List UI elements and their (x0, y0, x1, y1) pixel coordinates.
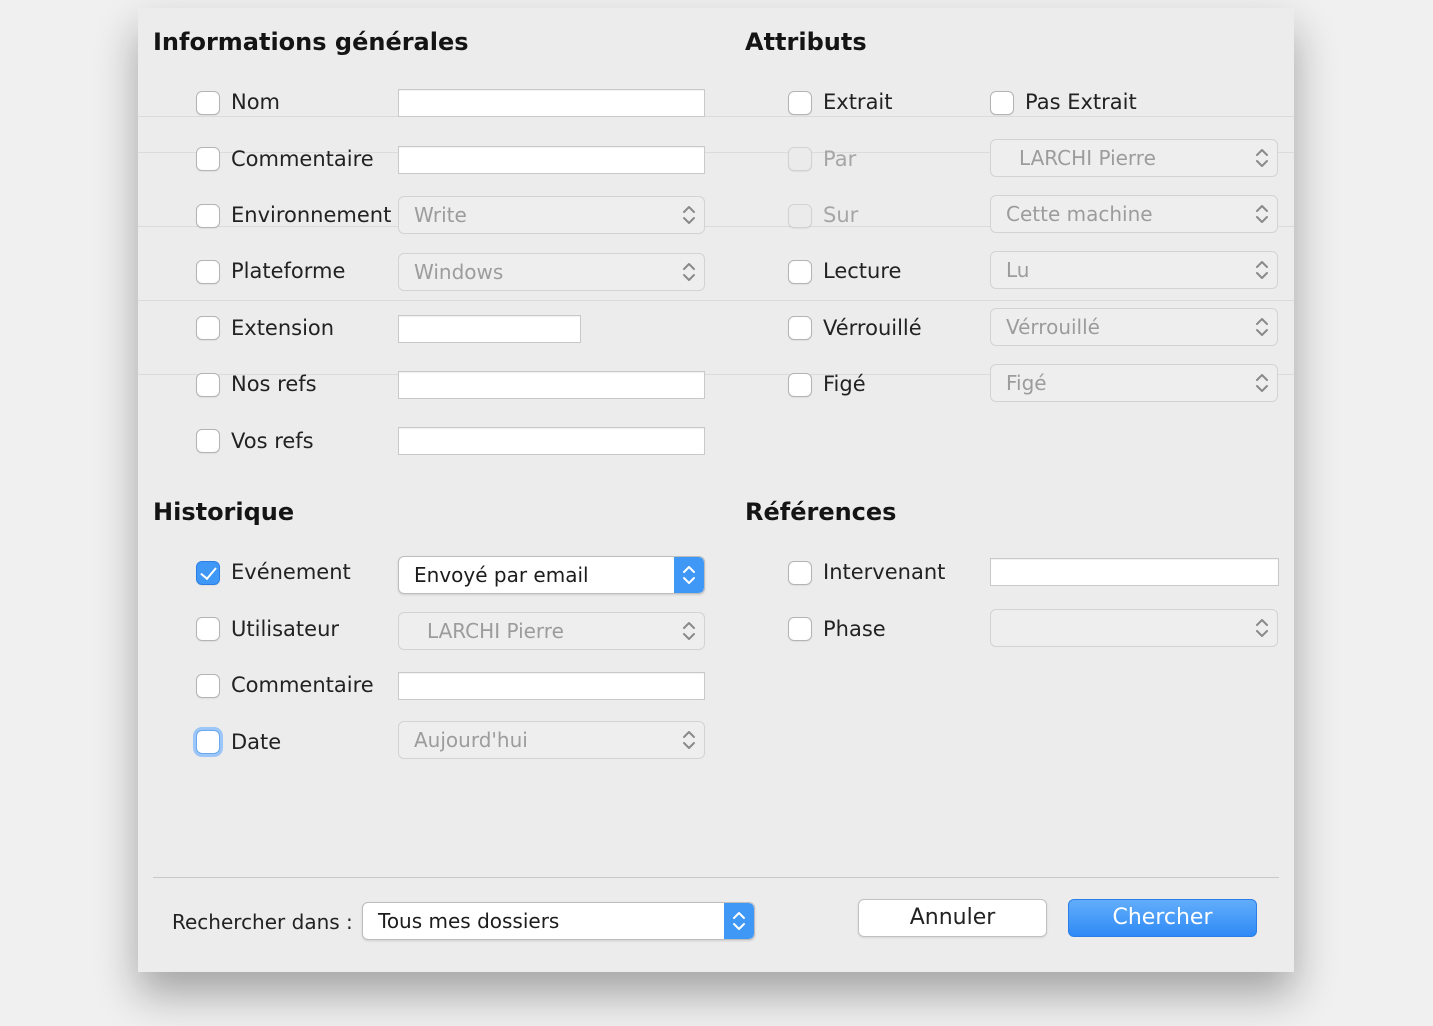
verrouille-select[interactable]: Vérrouillé (990, 308, 1278, 346)
lecture-checkbox[interactable] (788, 260, 812, 284)
chevron-updown-icon (1247, 365, 1277, 401)
plateforme-checkbox[interactable] (196, 260, 220, 284)
verrouille-label: Vérrouillé (823, 316, 922, 340)
extension-label: Extension (231, 316, 335, 340)
plateforme-select[interactable]: Windows (398, 253, 705, 291)
pas-extrait-checkbox[interactable] (990, 91, 1014, 115)
footer-divider (153, 877, 1279, 878)
verrouille-checkbox[interactable] (788, 316, 812, 340)
fige-select[interactable]: Figé (990, 364, 1278, 402)
advanced-search-dialog: Informations générales Attributs Histori… (138, 8, 1294, 972)
nos-refs-label: Nos refs (231, 372, 317, 396)
sur-select-value: Cette machine (1006, 202, 1153, 226)
date-checkbox[interactable] (196, 730, 220, 754)
chevron-updown-icon (1247, 252, 1277, 288)
nom-checkbox[interactable] (196, 91, 220, 115)
utilisateur-select[interactable]: LARCHI Pierre (398, 612, 705, 650)
evenement-select-value: Envoyé par email (414, 563, 589, 587)
date-select[interactable]: Aujourd'hui (398, 721, 705, 759)
commentaire-input[interactable] (398, 146, 705, 174)
commentaire-label: Commentaire (231, 147, 374, 171)
sur-label: Sur (823, 203, 859, 227)
chevron-updown-icon (674, 722, 704, 758)
chevron-updown-icon (724, 903, 754, 939)
fige-checkbox[interactable] (788, 373, 812, 397)
par-select[interactable]: LARCHI Pierre (990, 139, 1278, 177)
phase-checkbox[interactable] (788, 617, 812, 641)
par-checkbox[interactable] (788, 147, 812, 171)
evenement-checkbox[interactable] (196, 561, 220, 585)
chevron-updown-icon (1247, 140, 1277, 176)
search-in-select-value: Tous mes dossiers (378, 909, 560, 933)
utilisateur-label: Utilisateur (231, 617, 340, 641)
section-title-references: Références (745, 498, 897, 526)
historique-commentaire-checkbox[interactable] (196, 674, 220, 698)
nos-refs-checkbox[interactable] (196, 373, 220, 397)
intervenant-input[interactable] (990, 558, 1279, 586)
search-in-label: Rechercher dans : (172, 910, 353, 934)
chevron-updown-icon (1247, 196, 1277, 232)
section-title-history: Historique (153, 498, 295, 526)
vos-refs-checkbox[interactable] (196, 429, 220, 453)
intervenant-checkbox[interactable] (788, 561, 812, 585)
extension-checkbox[interactable] (196, 316, 220, 340)
historique-commentaire-input[interactable] (398, 672, 705, 700)
par-label: Par (823, 147, 857, 171)
chevron-updown-icon (674, 557, 704, 593)
chevron-updown-icon (1247, 309, 1277, 345)
nom-input[interactable] (398, 89, 705, 117)
section-title-general: Informations générales (153, 28, 469, 56)
chevron-updown-icon (674, 197, 704, 233)
lecture-label: Lecture (823, 259, 902, 283)
extension-input[interactable] (398, 315, 581, 343)
section-title-attributes: Attributs (745, 28, 867, 56)
par-select-value: LARCHI Pierre (1019, 146, 1156, 170)
extrait-label: Extrait (823, 90, 893, 114)
environnement-checkbox[interactable] (196, 204, 220, 228)
historique-commentaire-label: Commentaire (231, 673, 374, 697)
plateforme-select-value: Windows (414, 260, 504, 284)
nom-label: Nom (231, 90, 281, 114)
environnement-select-value: Write (414, 203, 467, 227)
chevron-updown-icon (1247, 610, 1277, 646)
date-label: Date (231, 730, 282, 754)
vos-refs-input[interactable] (398, 427, 705, 455)
chevron-updown-icon (674, 254, 704, 290)
plateforme-label: Plateforme (231, 259, 346, 283)
fige-select-value: Figé (1006, 371, 1047, 395)
environnement-select[interactable]: Write (398, 196, 705, 234)
commentaire-checkbox[interactable] (196, 147, 220, 171)
chevron-updown-icon (674, 613, 704, 649)
utilisateur-select-value: LARCHI Pierre (427, 619, 564, 643)
sur-select[interactable]: Cette machine (990, 195, 1278, 233)
environnement-label: Environnement (231, 203, 392, 227)
date-select-value: Aujourd'hui (414, 728, 528, 752)
utilisateur-checkbox[interactable] (196, 617, 220, 641)
lecture-select-value: Lu (1006, 258, 1030, 282)
cancel-button[interactable]: Annuler (858, 899, 1047, 937)
vos-refs-label: Vos refs (231, 429, 314, 453)
fige-label: Figé (823, 372, 866, 396)
search-in-select[interactable]: Tous mes dossiers (362, 902, 755, 940)
evenement-label: Evénement (231, 560, 351, 584)
sur-checkbox[interactable] (788, 204, 812, 228)
evenement-select[interactable]: Envoyé par email (398, 556, 705, 594)
intervenant-label: Intervenant (823, 560, 946, 584)
phase-label: Phase (823, 617, 886, 641)
verrouille-select-value: Vérrouillé (1006, 315, 1100, 339)
pas-extrait-label: Pas Extrait (1025, 90, 1137, 114)
extrait-checkbox[interactable] (788, 91, 812, 115)
phase-select[interactable] (990, 609, 1278, 647)
nos-refs-input[interactable] (398, 371, 705, 399)
lecture-select[interactable]: Lu (990, 251, 1278, 289)
search-button[interactable]: Chercher (1068, 899, 1257, 937)
